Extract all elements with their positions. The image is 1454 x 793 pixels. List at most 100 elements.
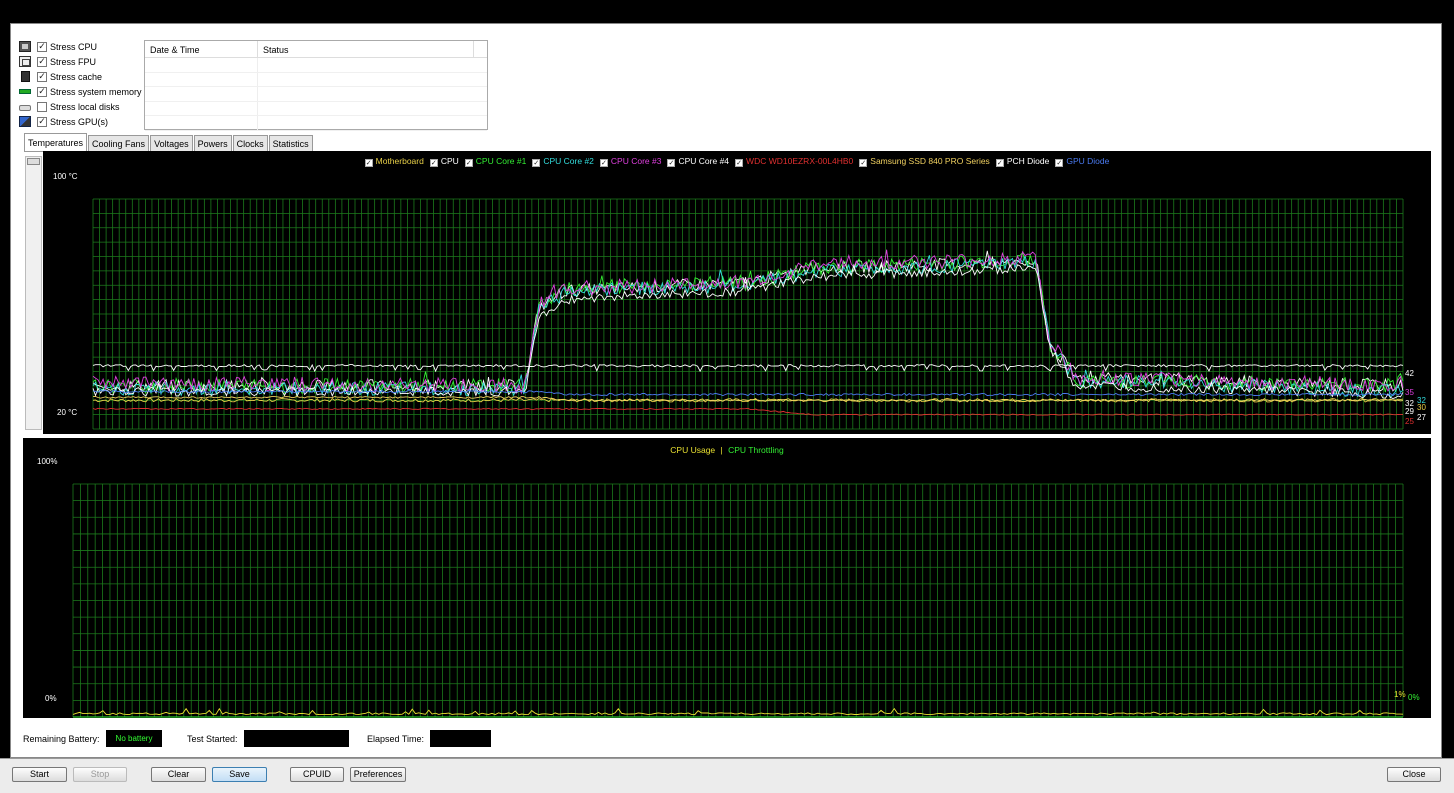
elapsed-time-value: [430, 730, 492, 747]
cpu-throttling-legend: CPU Throttling: [728, 445, 784, 455]
log-row: [145, 116, 487, 131]
temperature-legend: ✓ Motherboard ✓ CPU ✓ CPU Core #1 ✓ CPU Core #2…: [43, 156, 1431, 167]
legend-checkbox[interactable]: ✓: [464, 159, 473, 167]
legend-label: CPU Core #2: [543, 156, 594, 166]
elapsed-time-label: Elapsed Time:: [367, 733, 425, 744]
legend-item[interactable]: ✓ CPU Core #1: [464, 156, 526, 167]
main-window: ✓ Stress CPU ✓ Stress FPU ✓ Stress cache ✓ Stre…: [10, 23, 1442, 758]
slider-thumb[interactable]: [27, 158, 40, 165]
legend-item[interactable]: ✓ CPU Core #2: [532, 156, 594, 167]
stress-checkbox[interactable]: [37, 101, 47, 112]
tab-temperatures[interactable]: Temperatures: [24, 133, 88, 152]
stress-option[interactable]: Stress local disks: [19, 99, 149, 114]
tab-voltages[interactable]: Voltages: [150, 135, 193, 152]
end-value-label: 42: [1405, 369, 1414, 378]
legend-item[interactable]: ✓ CPU: [429, 156, 459, 167]
cpu-throttling-end-value: 0%: [1408, 693, 1420, 702]
stress-option[interactable]: ✓ Stress FPU: [19, 54, 149, 69]
stress-option[interactable]: ✓ Stress system memory: [19, 84, 149, 99]
test-started-label: Test Started:: [187, 733, 238, 744]
cpu-y-max-label: 100%: [37, 457, 58, 466]
legend-checkbox[interactable]: ✓: [532, 159, 541, 167]
legend-checkbox[interactable]: ✓: [667, 159, 676, 167]
tab-bar: Temperatures Cooling Fans Voltages Powers Cl…: [24, 133, 314, 152]
stress-label: Stress CPU: [50, 41, 98, 52]
legend-checkbox[interactable]: ✓: [995, 159, 1004, 167]
legend-label: CPU Core #4: [678, 156, 730, 166]
start-button[interactable]: Start: [12, 767, 67, 782]
legend-separator: |: [720, 445, 723, 455]
legend-item[interactable]: ✓ Samsung SSD 840 PRO Series: [859, 156, 990, 167]
save-button[interactable]: Save: [212, 767, 267, 782]
battery-value: No battery: [105, 730, 163, 747]
log-row: [145, 72, 487, 87]
stress-checkbox[interactable]: ✓: [37, 116, 47, 127]
tab-powers[interactable]: Powers: [193, 135, 232, 152]
legend-checkbox[interactable]: ✓: [735, 159, 744, 167]
stress-checkbox[interactable]: ✓: [37, 41, 47, 52]
temp-y-max-label: 100 °C: [53, 172, 78, 181]
legend-item[interactable]: ✓ CPU Core #3: [599, 156, 661, 167]
memory-icon: [19, 89, 31, 94]
legend-item[interactable]: ✓ PCH Diode: [995, 156, 1049, 167]
cpu-usage-legend: CPU Usage: [670, 445, 716, 455]
stress-label: Stress GPU(s): [50, 116, 109, 127]
log-row: [145, 87, 487, 102]
legend-label: WDC WD10EZRX-00L4HB0: [746, 156, 854, 166]
legend-item[interactable]: ✓ Motherboard: [364, 156, 424, 167]
close-button[interactable]: Close: [1387, 767, 1441, 782]
legend-item[interactable]: ✓ WDC WD10EZRX-00L4HB0: [735, 156, 853, 167]
stress-checkbox[interactable]: ✓: [37, 71, 47, 82]
test-started-value: [243, 730, 349, 747]
disk-icon: [19, 105, 31, 111]
battery-status: Remaining Battery: No battery: [23, 730, 163, 747]
legend-checkbox[interactable]: ✓: [364, 159, 373, 167]
stop-button[interactable]: Stop: [73, 767, 127, 782]
temperature-plot: [92, 198, 1404, 430]
cpu-usage-plot: [72, 483, 1404, 718]
end-value-label: 30: [1417, 403, 1426, 412]
preferences-button[interactable]: Preferences: [350, 767, 406, 782]
log-col-status[interactable]: Status: [258, 41, 474, 57]
cpuid-button[interactable]: CPUID: [290, 767, 344, 782]
legend-label: Samsung SSD 840 PRO Series: [870, 156, 990, 166]
legend-item[interactable]: ✓ GPU Diode: [1055, 156, 1109, 167]
temp-y-min-label: 20 °C: [57, 408, 78, 417]
log-row: [145, 101, 487, 116]
tab-cooling-fans[interactable]: Cooling Fans: [88, 135, 150, 152]
legend-item[interactable]: ✓ CPU Core #4: [667, 156, 729, 167]
stress-option[interactable]: ✓ Stress cache: [19, 69, 149, 84]
title-bar: [0, 0, 1454, 23]
legend-checkbox[interactable]: ✓: [429, 159, 438, 167]
test-started-status: Test Started:: [187, 730, 349, 747]
elapsed-time-status: Elapsed Time:: [367, 730, 492, 747]
stress-checkbox[interactable]: ✓: [37, 56, 47, 67]
button-bar: Start Stop Clear Save CPUID Preferences …: [0, 758, 1454, 793]
end-value-label: 29: [1405, 407, 1414, 416]
stress-checkbox[interactable]: ✓: [37, 86, 47, 97]
end-value-label: 35: [1405, 388, 1414, 397]
legend-checkbox[interactable]: ✓: [599, 159, 608, 167]
cpu-legend: CPU Usage | CPU Throttling: [23, 445, 1431, 455]
stress-option[interactable]: ✓ Stress GPU(s): [19, 114, 149, 129]
log-table[interactable]: Date & Time Status: [144, 40, 488, 131]
temperature-graph: ✓ Motherboard ✓ CPU ✓ CPU Core #1 ✓ CPU Core #2…: [43, 151, 1431, 434]
legend-label: Motherboard: [375, 156, 424, 166]
stress-option[interactable]: ✓ Stress CPU: [19, 39, 149, 54]
legend-label: GPU Diode: [1066, 156, 1110, 166]
legend-checkbox[interactable]: ✓: [1055, 159, 1064, 167]
battery-label: Remaining Battery:: [23, 733, 100, 744]
log-col-date[interactable]: Date & Time: [145, 41, 258, 57]
graph-zoom-slider[interactable]: [25, 156, 42, 430]
clear-button[interactable]: Clear: [151, 767, 206, 782]
log-header: Date & Time Status: [145, 41, 487, 58]
legend-checkbox[interactable]: ✓: [859, 159, 868, 167]
tab-statistics[interactable]: Statistics: [268, 135, 313, 152]
tab-clocks[interactable]: Clocks: [232, 135, 268, 152]
end-value-label: 25: [1405, 417, 1414, 426]
fpu-icon: [19, 56, 31, 67]
stress-options: ✓ Stress CPU ✓ Stress FPU ✓ Stress cache ✓ Stre…: [19, 39, 149, 129]
legend-label: CPU: [440, 156, 459, 166]
cpu-usage-graph: CPU Usage | CPU Throttling 100% 0% 1% 0%: [23, 438, 1431, 718]
cpu-icon: [19, 41, 31, 52]
